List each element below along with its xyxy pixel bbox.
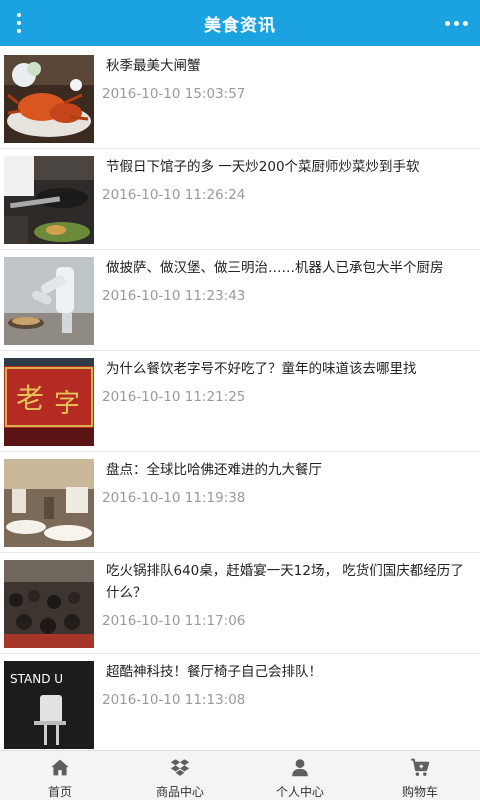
page-title: 美食资讯 — [204, 15, 276, 36]
svg-text:老: 老 — [16, 382, 44, 415]
news-title: 超酷神科技！餐厅椅子自己会排队！ — [106, 664, 322, 680]
news-title: 节假日下馆子的多 一天炒200个菜厨师炒菜炒到手软 — [106, 159, 420, 175]
crab-dish-photo — [4, 55, 94, 143]
news-title: 做披萨、做汉堡、做三明治……机器人已承包大半个厨房 — [106, 260, 444, 276]
dropbox-icon — [170, 759, 190, 776]
news-item[interactable]: 做披萨、做汉堡、做三明治……机器人已承包大半个厨房 2016-10-10 11:… — [0, 250, 480, 351]
news-date: 2016-10-10 11:17:06 — [102, 613, 246, 629]
bottom-tabbar: 首页 商品中心 个人中心 购物车 — [0, 750, 480, 800]
restaurant-interior-photo — [4, 459, 94, 547]
stand-up-chair-photo: STAND U — [4, 661, 94, 749]
news-item[interactable]: 节假日下馆子的多 一天炒200个菜厨师炒菜炒到手软 2016-10-10 11:… — [0, 149, 480, 250]
news-date: 2016-10-10 11:13:08 — [102, 692, 246, 708]
tab-label: 购物车 — [401, 785, 438, 799]
header-bar: 美食资讯 — [0, 0, 480, 46]
news-item[interactable]: 老 字 为什么餐饮老字号不好吃了？童年的味道该去哪里找 2016-10-10 1… — [0, 351, 480, 452]
svg-text:STAND U: STAND U — [10, 672, 63, 686]
news-date: 2016-10-10 11:26:24 — [102, 187, 246, 203]
news-date: 2016-10-10 11:19:38 — [102, 490, 246, 506]
news-date: 2016-10-10 11:21:25 — [102, 389, 246, 405]
tab-cart[interactable]: 购物车 — [360, 751, 480, 800]
tab-label: 个人中心 — [275, 785, 324, 799]
news-date: 2016-10-10 15:03:57 — [102, 86, 246, 102]
news-item[interactable]: 盘点：全球比哈佛还难进的九大餐厅 2016-10-10 11:19:38 — [0, 452, 480, 553]
vertical-dots-icon[interactable] — [8, 9, 30, 37]
news-title: 盘点：全球比哈佛还难进的九大餐厅 — [106, 462, 322, 478]
news-title: 为什么餐饮老字号不好吃了？童年的味道该去哪里找 — [106, 361, 417, 377]
tab-label: 首页 — [47, 785, 72, 799]
user-icon — [292, 759, 308, 777]
news-item[interactable]: 吃火锅排队640桌，赶婚宴一天12场， 吃货们国庆都经历了什么？ 2016-10… — [0, 553, 480, 654]
chef-wok-photo — [4, 156, 94, 244]
old-brand-sign-photo: 老 字 — [4, 358, 94, 446]
cart-icon — [411, 758, 430, 776]
svg-text:字: 字 — [54, 389, 80, 419]
news-list: 秋季最美大闸蟹 2016-10-10 15:03:57 节假日下馆子的多 一天炒… — [0, 48, 480, 750]
tab-products[interactable]: 商品中心 — [120, 751, 240, 800]
home-icon — [51, 759, 69, 776]
tab-label: 商品中心 — [155, 785, 204, 799]
kitchen-robot-photo — [4, 257, 94, 345]
news-item[interactable]: STAND U 超酷神科技！餐厅椅子自己会排队！ 2016-10-10 11:1… — [0, 654, 480, 750]
tab-home[interactable]: 首页 — [0, 751, 120, 800]
app-screen: 美食资讯 秋季最美大闸蟹 2016-10-10 15:03:57 节假日下馆子的… — [0, 0, 480, 800]
tab-profile[interactable]: 个人中心 — [240, 751, 360, 800]
crowded-restaurant-photo — [4, 560, 94, 648]
news-title: 秋季最美大闸蟹 — [106, 58, 201, 74]
news-title: 吃火锅排队640桌，赶婚宴一天12场， 吃货们国庆都经历了什么？ — [106, 563, 464, 601]
news-date: 2016-10-10 11:23:43 — [102, 288, 246, 304]
horizontal-dots-icon[interactable] — [442, 12, 470, 34]
news-item[interactable]: 秋季最美大闸蟹 2016-10-10 15:03:57 — [0, 48, 480, 149]
